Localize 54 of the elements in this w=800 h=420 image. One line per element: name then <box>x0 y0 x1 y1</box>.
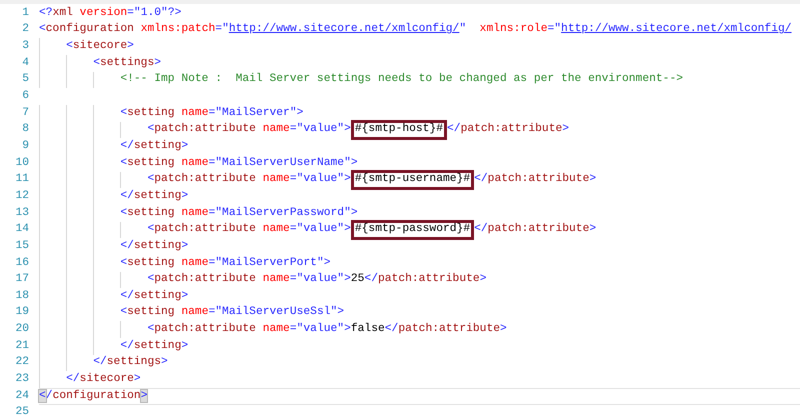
highlight-box: #{smtp-password}# <box>350 220 474 240</box>
code-line: </settings> <box>93 357 168 369</box>
code-line: <patch:attribute name="value"> <box>147 174 351 186</box>
line-number: 13 <box>14 208 29 219</box>
code-line: <setting name="MailServerPassword"> <box>120 208 358 219</box>
code-line: <patch:attribute name="value"> <box>147 124 351 136</box>
code-line: </patch:attribute> <box>447 124 570 136</box>
code-line: </setting> <box>120 240 188 252</box>
code-line: <patch:attribute name="value">false</patch:attribute> <box>147 324 507 336</box>
line-number: 9 <box>21 140 29 152</box>
code-line: <setting name="MailServer"> <box>120 108 304 119</box>
code-line: <?xml version="1.0"?> <box>39 8 182 19</box>
line-number: 6 <box>21 90 29 102</box>
line-number: 11 <box>14 174 29 186</box>
line-number: 20 <box>14 324 29 336</box>
code-line: </configuration> <box>39 390 148 402</box>
code-line: <patch:attribute name="value">25</patch:attribute> <box>147 274 486 286</box>
code-line: <!-- Imp Note : Mail Server settings needs to be changed as per the environment--> <box>120 74 684 86</box>
code-line: </setting> <box>120 190 188 202</box>
code-line: <setting name="MailServerUseSsl"> <box>120 307 344 319</box>
line-number: 2 <box>21 24 29 36</box>
highlight-box: #{smtp-host}# <box>350 120 447 140</box>
line-number: 10 <box>14 158 29 169</box>
code-line: </sitecore> <box>66 374 141 386</box>
highlight-box: #{smtp-username}# <box>350 170 474 190</box>
line-number: 7 <box>21 108 29 119</box>
line-number: 16 <box>14 258 29 269</box>
line-number: 25 <box>14 407 29 419</box>
code-line: <configuration xmlns:patch="http://www.sitecore.net/xmlconfig/" xmlns:role="http://www.sitecore.net/xmlconfig/ <box>39 24 792 36</box>
code-line: </setting> <box>120 140 188 152</box>
code-line: <patch:attribute name="value"> <box>147 224 351 236</box>
code-line: <setting name="MailServerPort"> <box>120 258 331 269</box>
code-line: <setting name="MailServerUserName"> <box>120 158 358 169</box>
line-number: 17 <box>14 274 29 286</box>
line-number: 23 <box>14 374 29 386</box>
code-line: <sitecore> <box>66 40 134 52</box>
line-number: 18 <box>14 290 29 302</box>
line-number: 3 <box>21 40 29 52</box>
line-number: 21 <box>14 340 29 352</box>
line-number: 12 <box>14 190 29 202</box>
line-number: 15 <box>14 240 29 252</box>
code-line: <settings> <box>93 58 162 69</box>
line-number: 1 <box>21 8 29 19</box>
line-number: 8 <box>21 124 29 136</box>
line-number: 22 <box>14 357 29 369</box>
code-line: </setting> <box>120 340 188 352</box>
code-line: </patch:attribute> <box>474 174 596 186</box>
line-number: 5 <box>21 74 29 86</box>
line-number: 24 <box>14 390 29 402</box>
code-line: </patch:attribute> <box>474 224 596 236</box>
code-line: </setting> <box>120 290 188 302</box>
line-number: 4 <box>21 58 29 69</box>
line-number: 19 <box>14 307 29 319</box>
line-number: 14 <box>14 224 29 236</box>
